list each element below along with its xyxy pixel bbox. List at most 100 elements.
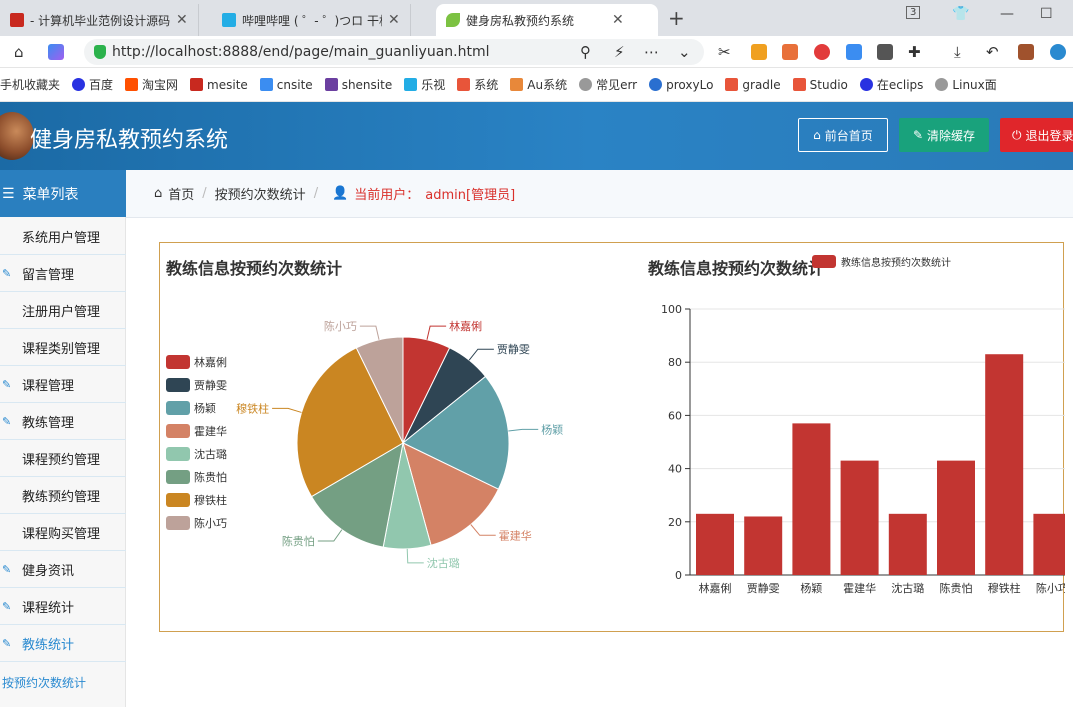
- url-field[interactable]: http://localhost:8888/end/page/main_guan…: [84, 39, 704, 65]
- download-icon[interactable]: ⤓: [954, 43, 961, 61]
- bookmark-item[interactable]: 百度: [72, 76, 113, 93]
- eye-icon[interactable]: [814, 44, 830, 60]
- bookmark-item[interactable]: 淘宝网: [125, 76, 178, 93]
- bookmark-item[interactable]: proxyLo: [649, 78, 713, 92]
- bookmark-item[interactable]: 在eclips: [859, 76, 923, 93]
- bar[interactable]: [744, 516, 783, 575]
- minimize-icon[interactable]: —: [1000, 6, 1014, 22]
- sidebar-item-messages[interactable]: ✎ 留言管理: [0, 255, 126, 292]
- game-icon[interactable]: [782, 44, 798, 60]
- bookmark-item[interactable]: mesite: [190, 78, 248, 92]
- browser-tab-2[interactable]: 哔哩哔哩 ( ゜- ゜)つロ 干杯~-b ✕: [212, 4, 411, 36]
- avatar: [0, 112, 34, 160]
- frontend-home-button[interactable]: ⌂ 前台首页: [798, 118, 888, 152]
- bookmark-item[interactable]: 乐视: [404, 76, 445, 93]
- browser-tab-3[interactable]: 健身房私教预约系统 ✕: [436, 4, 658, 36]
- bookmark-item[interactable]: Studio: [792, 78, 848, 92]
- browser-tab-1[interactable]: - 计算机毕业范例设计源码网 ✕: [0, 4, 199, 36]
- pie-legend-item[interactable]: 陈小巧: [166, 516, 227, 530]
- close-icon[interactable]: ✕: [612, 12, 624, 28]
- logout-button[interactable]: ⏻ 退出登录: [1000, 118, 1073, 152]
- bar[interactable]: [937, 460, 975, 575]
- pie-slice-label: 林嘉俐: [449, 319, 482, 333]
- pie-slice-label: 陈小巧: [324, 319, 357, 333]
- pie-label-line: [426, 325, 447, 340]
- y-tick-label: 100: [661, 303, 682, 316]
- sidebar-item-coaches[interactable]: ✎ 教练管理: [0, 403, 126, 440]
- bookmark-item[interactable]: 常见err: [579, 76, 637, 93]
- sidebar-item-course-categories[interactable]: 课程类别管理: [0, 329, 126, 366]
- sidebar-item-fitness-news[interactable]: ✎ 健身资讯: [0, 551, 126, 588]
- close-icon[interactable]: ✕: [176, 12, 188, 28]
- shield-icon: [94, 45, 106, 59]
- submenu-item-by-booking-count[interactable]: 按预约次数统计: [2, 674, 86, 691]
- more-icon[interactable]: ⋯: [644, 43, 659, 61]
- sidebar-item-system-users[interactable]: 系统用户管理: [0, 218, 126, 255]
- search-icon[interactable]: ⚲: [580, 43, 591, 61]
- pie-legend-item[interactable]: 霍建华: [166, 424, 227, 438]
- bar[interactable]: [792, 423, 831, 575]
- bookmarks-bar: 手机收藏夹 百度 淘宝网 mesite cnsite shensite 乐视 系…: [0, 68, 1073, 102]
- reader-icon[interactable]: [877, 44, 893, 60]
- scissors-icon[interactable]: ✂: [718, 43, 731, 61]
- briefcase-icon[interactable]: [1018, 44, 1034, 60]
- chevron-down-icon[interactable]: ⌄: [678, 43, 691, 61]
- y-tick-label: 40: [668, 463, 682, 476]
- shirt-icon[interactable]: 👕: [952, 6, 969, 22]
- lightning-icon[interactable]: ⚡: [614, 43, 625, 61]
- bar[interactable]: [888, 513, 927, 575]
- x-tick-label: 沈古璐: [891, 581, 924, 595]
- legend-label: 陈小巧: [194, 516, 227, 530]
- sidebar-item-course-purchases[interactable]: 课程购买管理: [0, 514, 126, 551]
- leaf-favicon-icon: [446, 13, 460, 27]
- breadcrumb-home[interactable]: 首页: [168, 184, 194, 203]
- bookmark-item[interactable]: Linux面: [935, 76, 997, 93]
- ai-icon[interactable]: [48, 44, 64, 60]
- bookmark-item[interactable]: 手机收藏夹: [0, 76, 60, 93]
- bar[interactable]: [840, 460, 879, 575]
- sidebar-item-courses[interactable]: ✎ 课程管理: [0, 366, 126, 403]
- bookmark-item[interactable]: shensite: [324, 78, 392, 92]
- pie-legend-item[interactable]: 陈贵怕: [166, 470, 227, 484]
- x-tick-label: 林嘉俐: [699, 581, 732, 595]
- x-tick-label: 贾静雯: [747, 581, 780, 595]
- sidebar-item-course-stats[interactable]: ✎ 课程统计: [0, 588, 126, 625]
- app-header: 健身房私教预约系统 ⌂ 前台首页 ✎ 清除缓存 ⏻ 退出登录: [0, 102, 1073, 170]
- x-tick-label: 穆铁柱: [988, 581, 1021, 595]
- home-icon[interactable]: ⌂: [14, 43, 24, 61]
- bar[interactable]: [985, 354, 1024, 575]
- pie-legend-item[interactable]: 穆铁柱: [166, 493, 227, 507]
- app-title: 健身房私教预约系统: [30, 128, 229, 153]
- current-user-label: 当前用户：: [354, 188, 420, 203]
- bookmark-item[interactable]: 系统: [457, 76, 498, 93]
- pie-legend-item[interactable]: 沈古璐: [166, 447, 227, 461]
- sidebar-item-registered-users[interactable]: 注册用户管理: [0, 292, 126, 329]
- close-icon[interactable]: ✕: [388, 12, 400, 28]
- bookmark-item[interactable]: gradle: [725, 78, 781, 92]
- bar[interactable]: [696, 513, 734, 575]
- legend-swatch: [166, 470, 190, 484]
- undo-icon[interactable]: ↶: [986, 43, 999, 61]
- tab-count-badge[interactable]: 3: [906, 6, 921, 19]
- new-tab-button[interactable]: +: [668, 6, 685, 30]
- browser-logo-icon[interactable]: [1050, 44, 1066, 60]
- mail-icon[interactable]: [846, 44, 862, 60]
- sidebar-item-coach-stats[interactable]: ✎ 教练统计: [0, 625, 126, 662]
- legend-label: 林嘉俐: [194, 355, 227, 369]
- bookmark-item[interactable]: cnsite: [259, 78, 313, 92]
- pie-slice-label: 贾静雯: [497, 342, 530, 356]
- bar[interactable]: [1033, 513, 1065, 575]
- site-icon: [190, 78, 204, 91]
- sidebar: ☰ 菜单列表 系统用户管理 ✎ 留言管理 注册用户管理 课程类别管理 ✎ 课程管理 …: [0, 170, 126, 707]
- pie-legend-item[interactable]: 贾静雯: [166, 378, 227, 392]
- sidebar-item-coach-bookings[interactable]: 教练预约管理: [0, 477, 126, 514]
- bookmark-item[interactable]: Au系统: [510, 76, 567, 93]
- sidebar-item-course-bookings[interactable]: 课程预约管理: [0, 440, 126, 477]
- pie-legend-item[interactable]: 林嘉俐: [166, 355, 227, 369]
- clear-cache-button[interactable]: ✎ 清除缓存: [899, 118, 989, 152]
- extensions-icon[interactable]: ✚: [908, 43, 921, 61]
- home-icon: ⌂: [154, 186, 163, 201]
- translate-icon[interactable]: [751, 44, 767, 60]
- pie-legend-item[interactable]: 杨颖: [166, 401, 216, 415]
- maximize-icon[interactable]: ☐: [1040, 6, 1053, 22]
